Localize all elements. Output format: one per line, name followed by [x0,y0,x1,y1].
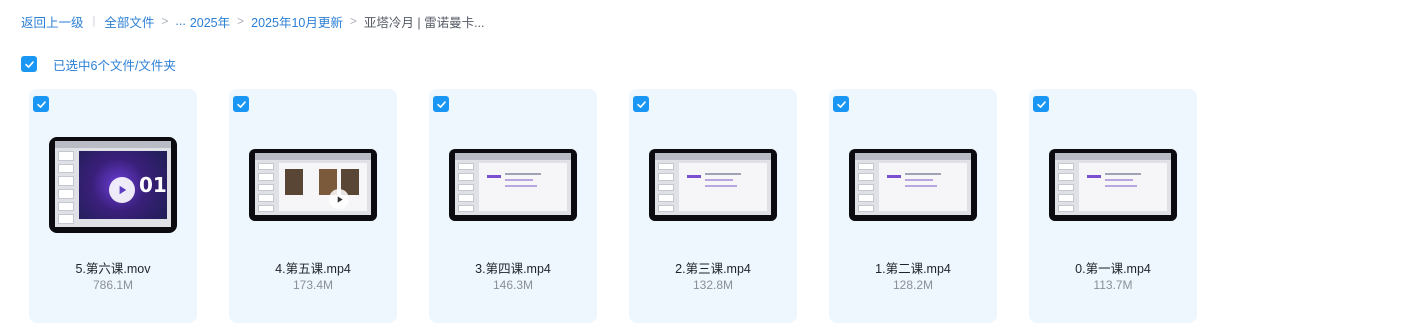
check-icon [636,100,646,108]
video-thumbnail [249,149,377,221]
chevron-right-icon: > [349,14,357,28]
thumbnail-title-text: 01 [139,173,167,197]
check-icon [24,60,34,68]
file-checkbox[interactable] [433,96,449,112]
check-icon [236,100,246,108]
back-link[interactable]: 返回上一级 [21,12,84,31]
breadcrumb-divider: | [92,15,96,27]
check-icon [36,100,46,108]
file-size: 128.2M [892,278,934,292]
file-card[interactable]: 3.第四课.mp4 146.3M [429,89,597,323]
file-card[interactable]: 4.第五课.mp4 173.4M [229,89,397,323]
file-name[interactable]: 5.第六课.mov [29,258,197,277]
file-checkbox[interactable] [833,96,849,112]
chevron-right-icon: > [161,14,169,28]
play-icon [109,177,135,203]
file-checkbox[interactable] [1033,96,1049,112]
check-icon [436,100,446,108]
file-size: 173.4M [292,278,334,292]
breadcrumb: 返回上一级 | 全部文件 > ... 2025年 > 2025年10月更新 > … [21,12,485,30]
file-checkbox[interactable] [33,96,49,112]
file-name[interactable]: 1.第二课.mp4 [829,258,997,277]
video-thumbnail [649,149,777,221]
chevron-right-icon: > [237,14,245,28]
video-thumbnail [449,149,577,221]
file-name[interactable]: 4.第五课.mp4 [229,258,397,277]
file-checkbox[interactable] [233,96,249,112]
video-thumbnail [1049,149,1177,221]
file-name[interactable]: 2.第三课.mp4 [629,258,797,277]
breadcrumb-current: 亚塔冷月 | 雷诺曼卡... [363,15,485,30]
select-all-checkbox[interactable] [21,56,37,72]
file-size: 113.7M [1093,278,1133,292]
video-thumbnail: 01 [49,137,177,233]
file-checkbox[interactable] [633,96,649,112]
selection-count-text: 已选中6个文件/文件夹 [53,58,176,73]
file-size: 786.1M [92,278,134,292]
check-icon [836,100,846,108]
video-thumbnail [849,149,977,221]
check-icon [1036,100,1046,108]
file-card[interactable]: 1.第二课.mp4 128.2M [829,89,997,323]
file-name[interactable]: 0.第一课.mp4 [1029,258,1197,277]
selection-bar: 已选中6个文件/文件夹 [21,56,176,73]
file-card[interactable]: 0.第一课.mp4 113.7M [1029,89,1197,323]
file-size: 146.3M [492,278,534,292]
breadcrumb-year[interactable]: 2025年 [190,12,230,31]
breadcrumb-ellipsis[interactable]: ... [175,14,185,28]
breadcrumb-month[interactable]: 2025年10月更新 [251,12,343,31]
play-icon [329,189,349,209]
file-size: 132.8M [692,278,734,292]
file-card[interactable]: 2.第三课.mp4 132.8M [629,89,797,323]
file-name[interactable]: 3.第四课.mp4 [429,258,597,277]
breadcrumb-all-files[interactable]: 全部文件 [104,12,154,31]
file-card[interactable]: 01 5.第六课.mov 786.1M [29,89,197,323]
